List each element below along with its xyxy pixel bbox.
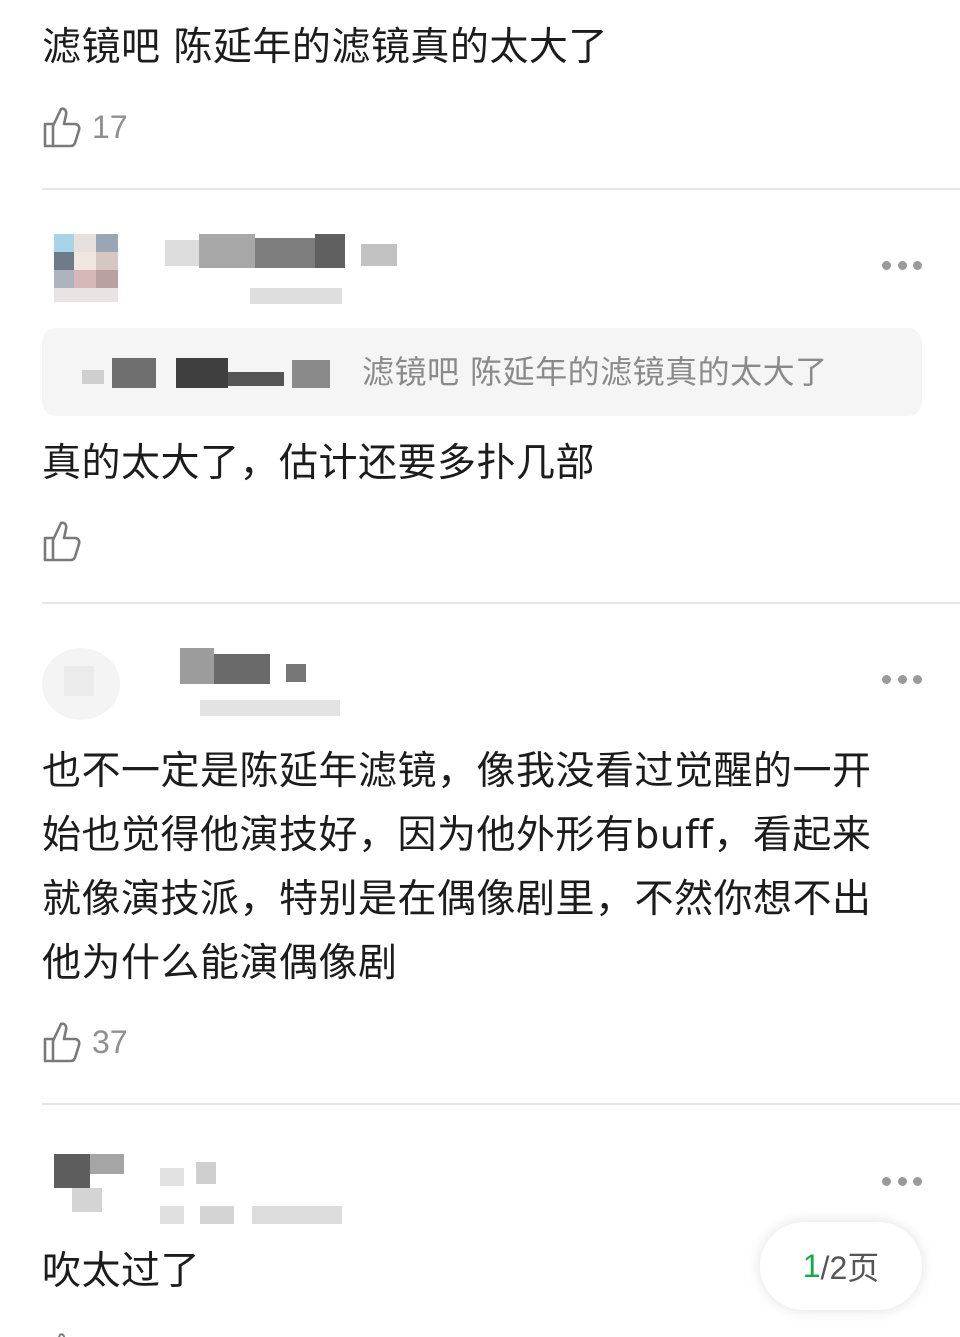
thumbs-up-icon xyxy=(43,107,81,148)
quoted-reply[interactable]: 滤镜吧 陈延年的滤镜真的太大了 xyxy=(42,328,922,416)
like-button[interactable] xyxy=(42,516,92,566)
meta-redacted xyxy=(160,1206,342,1224)
divider xyxy=(42,188,960,190)
more-button[interactable] xyxy=(882,259,922,271)
avatar[interactable] xyxy=(42,1150,132,1224)
total-pages: /2页 xyxy=(820,1250,880,1286)
more-button[interactable] xyxy=(882,1175,922,1187)
thumbs-up-icon xyxy=(43,1022,81,1063)
meta-redacted xyxy=(250,288,342,304)
comment-text: 滤镜吧 陈延年的滤镜真的太大了 xyxy=(42,25,608,70)
quoted-user-redacted xyxy=(72,352,342,392)
meta-redacted xyxy=(200,700,340,716)
divider xyxy=(42,602,960,604)
comment-text: 真的太大了，估计还要多扑几部 xyxy=(42,441,596,486)
username-redacted xyxy=(180,648,320,684)
thumbs-up-icon xyxy=(43,521,81,562)
current-page: 1 xyxy=(802,1247,821,1284)
more-button[interactable] xyxy=(882,673,922,685)
like-button[interactable]: 17 xyxy=(42,102,128,152)
username-redacted xyxy=(165,234,435,270)
like-button[interactable]: 37 xyxy=(42,1017,128,1067)
more-dots-icon xyxy=(882,260,891,270)
avatar[interactable] xyxy=(42,648,132,722)
comment-text: 也不一定是陈延年滤镜，像我没看过觉醒的一开始也觉得他演技好，因为他外形有buff… xyxy=(42,749,872,986)
more-dots-icon xyxy=(882,1176,891,1186)
username-redacted xyxy=(160,1158,220,1188)
page-indicator[interactable]: 1/2页 xyxy=(760,1222,922,1310)
thumbs-up-icon[interactable] xyxy=(46,1326,76,1337)
more-dots-icon xyxy=(882,674,891,684)
like-count: 37 xyxy=(92,1023,128,1060)
avatar[interactable] xyxy=(42,234,132,308)
like-count: 17 xyxy=(92,108,128,145)
divider xyxy=(42,1103,960,1105)
quoted-text: 滤镜吧 陈延年的滤镜真的太大了 xyxy=(362,353,828,391)
